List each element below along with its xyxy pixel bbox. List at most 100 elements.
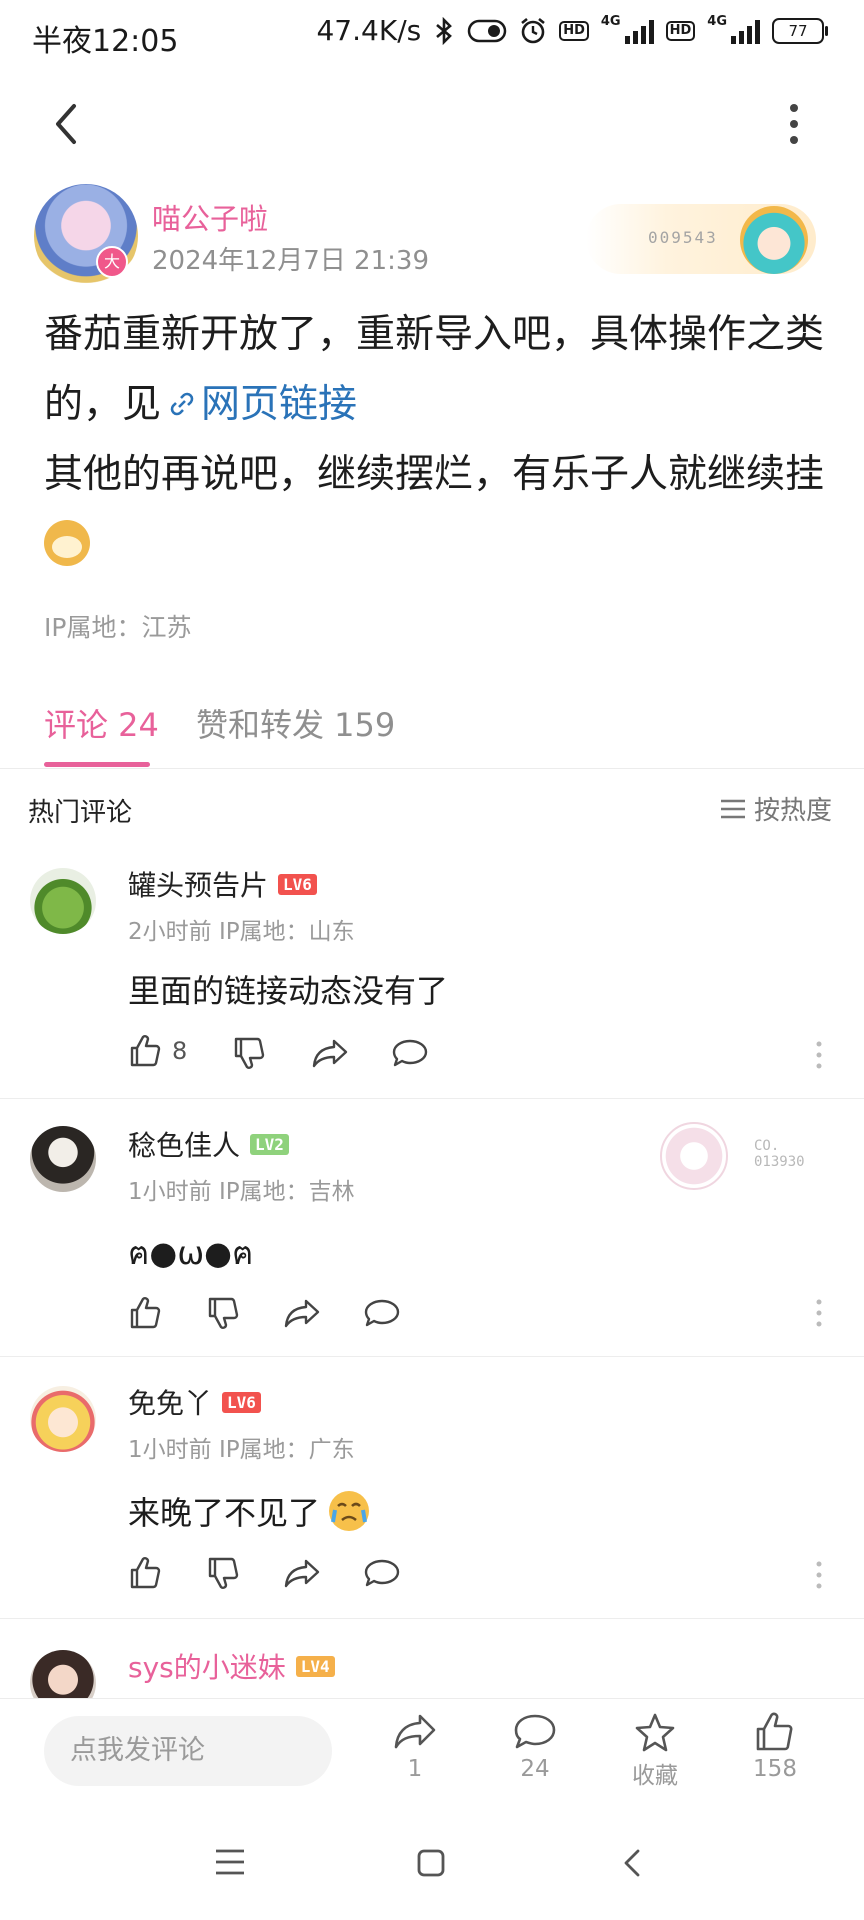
more-vertical-icon [816, 1561, 822, 1589]
reply-button[interactable] [364, 1558, 400, 1588]
like-button[interactable] [128, 1556, 162, 1590]
link-icon [167, 389, 197, 419]
fan-badge-icon [660, 1122, 728, 1190]
comment-author-name: 稔色佳人 [128, 1129, 241, 1162]
crying-emoji-icon [326, 1488, 372, 1534]
star-icon [635, 1713, 675, 1752]
author-name[interactable]: 喵公子啦 [152, 196, 268, 238]
favorite-button[interactable]: 收藏 [610, 1712, 700, 1790]
divider [0, 1356, 864, 1357]
thumbs-up-icon [130, 1297, 161, 1329]
level-badge: LV6 [222, 1391, 261, 1413]
chevron-left-icon [624, 1849, 640, 1877]
share-button[interactable] [284, 1558, 320, 1588]
fan-card-avatar [740, 206, 808, 274]
hd-icon-2: HD [665, 20, 696, 41]
sort-button[interactable]: 按热度 [720, 790, 832, 827]
comment-author[interactable]: sys的小迷妹 LV4 [128, 1646, 335, 1686]
back-button[interactable] [44, 96, 92, 152]
post-time: 2024年12月7日 21:39 [152, 246, 429, 276]
comment-author-name: 免免丫 [128, 1387, 213, 1420]
more-vertical-icon [816, 1041, 822, 1069]
fan-card-number: CO. 013930 [754, 1138, 805, 1170]
like-button[interactable]: 8 [128, 1034, 187, 1068]
divider [0, 1618, 864, 1619]
thumbs-up-icon [130, 1557, 161, 1589]
dislike-button[interactable] [206, 1556, 240, 1590]
level-badge: LV4 [295, 1655, 335, 1677]
4g-icon-2: 4G [707, 14, 727, 29]
comment-text: 里面的链接动态没有了 [128, 972, 449, 1010]
comment-text: 来晚了不见了 [128, 1488, 372, 1534]
comment-more-button[interactable] [816, 1040, 822, 1070]
thumbs-down-icon [208, 1557, 239, 1589]
web-link[interactable]: 网页链接 [201, 382, 357, 427]
like-button[interactable] [128, 1296, 162, 1330]
more-vertical-icon [790, 104, 798, 144]
repost-count: 1 [407, 1756, 423, 1782]
divider [0, 768, 864, 769]
comment-author[interactable]: 罐头预告片 LV6 [128, 864, 317, 904]
hot-comments-title: 热门评论 [28, 798, 133, 828]
back-nav-button[interactable] [620, 1848, 644, 1878]
share-arrow-icon [284, 1559, 320, 1588]
tab-likes-reposts[interactable]: 赞和转发 159 [196, 700, 395, 746]
reply-button[interactable] [392, 1038, 428, 1068]
reply-button[interactable] [364, 1298, 400, 1328]
thumbs-up-icon [756, 1712, 793, 1751]
tab-comments[interactable]: 评论 24 [44, 700, 159, 746]
sort-label: 按热度 [754, 796, 833, 826]
share-arrow-icon [312, 1039, 348, 1068]
comment-meta: 1小时前 IP属地：吉林 [128, 1179, 355, 1205]
comment-author[interactable]: 免免丫 LV6 [128, 1382, 261, 1422]
comment-more-button[interactable] [816, 1298, 822, 1328]
fan-card-number: 009543 [648, 228, 718, 247]
more-options-button[interactable] [782, 100, 806, 148]
doge-emoji-icon [44, 519, 90, 566]
thumbs-down-icon [234, 1037, 265, 1069]
comment-more-button[interactable] [816, 1560, 822, 1590]
comment-avatar[interactable] [30, 868, 96, 934]
comment-author-name: sys的小迷妹 [128, 1651, 286, 1684]
more-vertical-icon [816, 1299, 822, 1327]
comment-text: ฅ●ω●ฅ [128, 1234, 254, 1272]
bluetooth-icon [433, 16, 455, 45]
comment-meta: 2小时前 IP属地：山东 [128, 919, 355, 945]
dislike-button[interactable] [232, 1036, 266, 1070]
like-post-button[interactable]: 158 [730, 1712, 820, 1782]
like-count: 8 [172, 1037, 188, 1065]
repost-button[interactable]: 1 [370, 1712, 460, 1782]
battery-icon: 77 [772, 17, 828, 44]
menu-nav-button[interactable] [214, 1848, 246, 1876]
hd-icon: HD [559, 20, 589, 41]
chevron-left-icon [56, 104, 76, 144]
comment-input[interactable]: 点我发评论 [44, 1716, 332, 1786]
chat-bubble-icon [392, 1039, 428, 1067]
comment-count-button[interactable]: 24 [490, 1712, 580, 1782]
comment-author[interactable]: 稔色佳人 LV2 [128, 1124, 289, 1164]
post-content: 番茄重新开放了，重新导入吧，具体操作之类的，见 网页链接 其他的再说吧，继续摆烂，… [44, 300, 824, 580]
chat-bubble-icon [364, 1299, 400, 1327]
like-count: 158 [753, 1756, 797, 1782]
share-button[interactable] [312, 1038, 348, 1068]
home-nav-button[interactable] [416, 1848, 446, 1878]
post-text-line2: 其他的再说吧，继续摆烂，有乐子人就继续挂 [44, 452, 825, 497]
comment-meta: 1小时前 IP属地：广东 [128, 1437, 355, 1463]
chat-bubble-icon [364, 1559, 400, 1587]
comment-avatar[interactable] [30, 1386, 96, 1452]
share-button[interactable] [284, 1298, 320, 1328]
alarm-icon [519, 17, 547, 45]
menu-icon [216, 1849, 244, 1875]
comment-avatar[interactable] [30, 1126, 96, 1192]
share-arrow-icon [394, 1714, 436, 1749]
dislike-button[interactable] [206, 1296, 240, 1330]
favorite-label: 收藏 [632, 1763, 678, 1789]
thumbs-up-icon [130, 1035, 161, 1067]
divider [0, 1098, 864, 1099]
level-badge: LV2 [250, 1133, 289, 1155]
comment-count: 24 [520, 1756, 550, 1782]
home-square-icon [417, 1849, 445, 1877]
network-speed: 47.4K/s [316, 14, 422, 47]
level-badge: LV6 [278, 873, 317, 895]
signal-icon-2 [731, 18, 760, 44]
